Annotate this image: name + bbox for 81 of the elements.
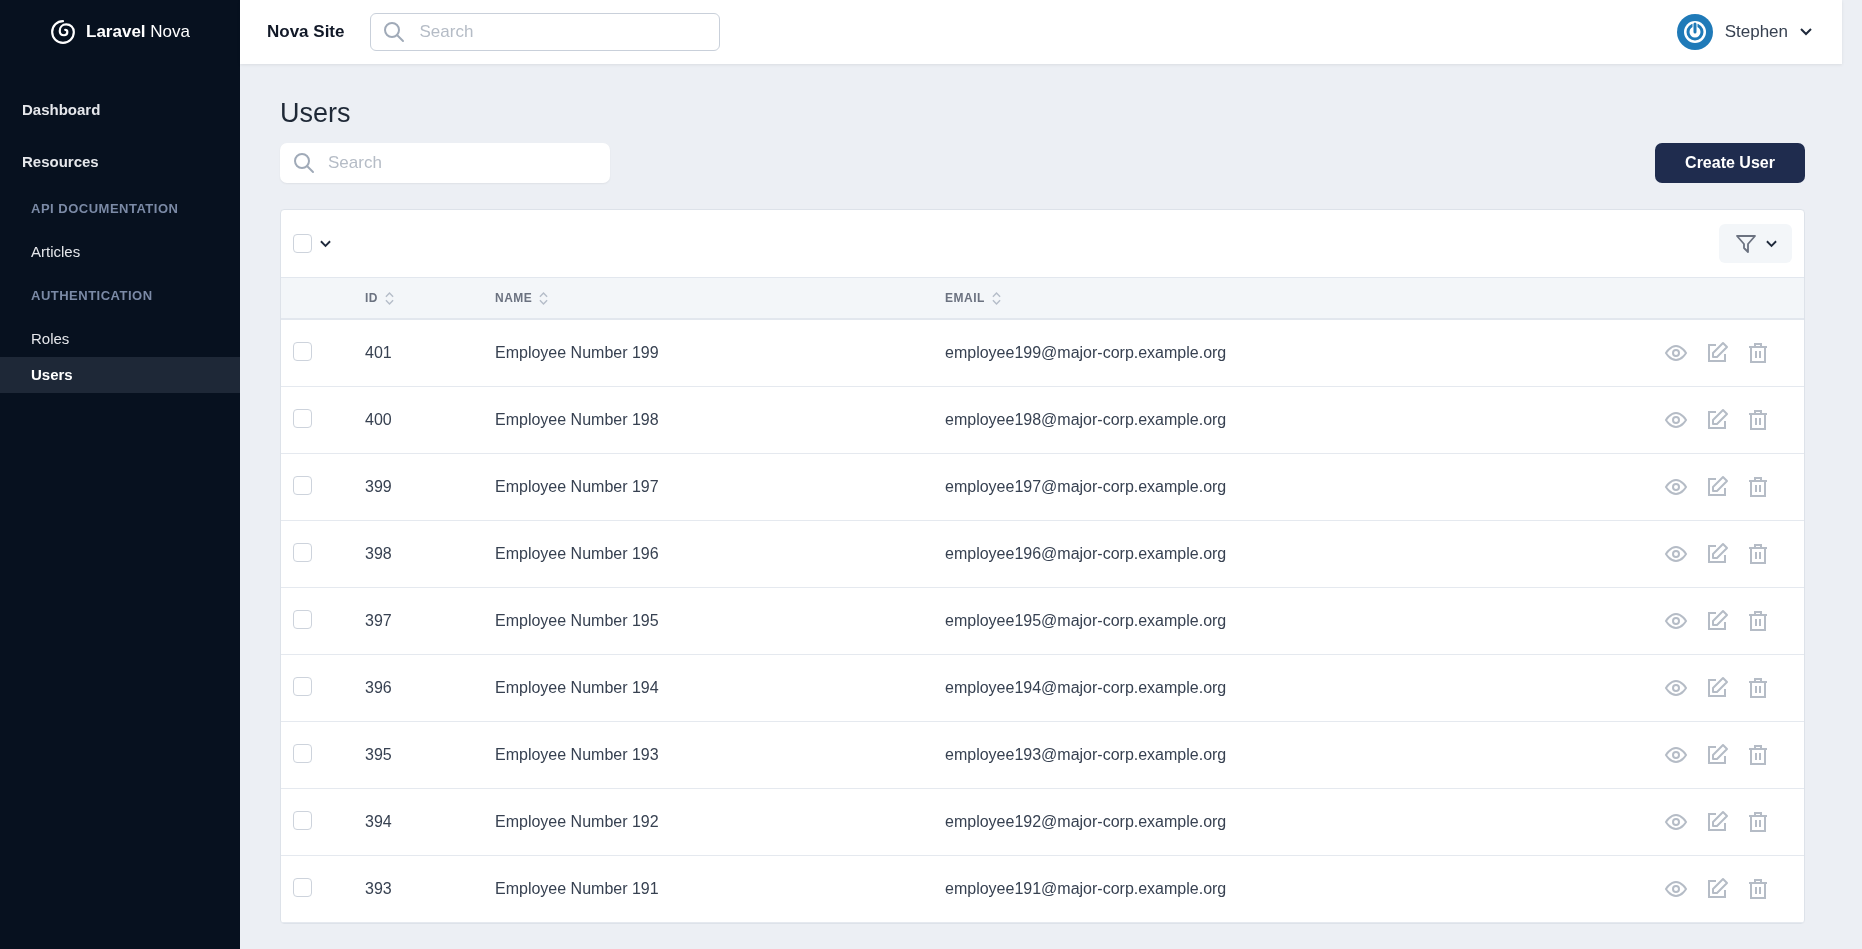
sidebar-section-link[interactable]: Resources: [0, 144, 240, 196]
power-avatar-icon: [1676, 14, 1713, 50]
column-header[interactable]: ID: [365, 291, 378, 305]
row-checkbox[interactable]: [293, 341, 312, 361]
trash-icon[interactable]: [1746, 341, 1770, 365]
sidebar-group-heading: API DOCUMENTATION: [30, 200, 180, 218]
sort-icon[interactable]: [385, 290, 394, 306]
site-name: Nova Site: [267, 22, 345, 42]
id-cell: 393: [365, 880, 392, 897]
resource-search-field[interactable]: Search: [280, 143, 610, 183]
name-cell: Employee Number 193: [495, 746, 659, 763]
email-cell: employee191@major-corp.example.org: [945, 880, 1227, 897]
edit-icon[interactable]: [1705, 743, 1729, 767]
id-cell: 399: [365, 478, 392, 495]
trash-icon[interactable]: [1746, 676, 1770, 700]
filter-button[interactable]: [1719, 224, 1792, 263]
name-cell: Employee Number 192: [495, 813, 659, 830]
name-cell: Employee Number 196: [495, 545, 659, 562]
trash-icon[interactable]: [1746, 743, 1770, 767]
edit-icon[interactable]: [1705, 676, 1729, 700]
sort-icon[interactable]: [991, 290, 1001, 306]
email-cell: employee199@major-corp.example.org: [945, 344, 1227, 361]
edit-icon[interactable]: [1705, 542, 1729, 566]
name-cell: Employee Number 199: [495, 344, 659, 361]
select-all-checkbox[interactable]: [293, 234, 312, 253]
global-search-field[interactable]: Search: [370, 13, 721, 51]
id-cell: 401: [365, 344, 392, 361]
email-cell: employee197@major-corp.example.org: [945, 478, 1227, 495]
trash-icon[interactable]: [1746, 475, 1770, 499]
edit-icon[interactable]: [1705, 475, 1729, 499]
id-cell: 394: [365, 813, 392, 830]
sidebar-item[interactable]: Users: [0, 357, 240, 393]
row-checkbox[interactable]: [293, 743, 312, 763]
trash-icon[interactable]: [1746, 877, 1770, 901]
id-cell: 397: [365, 612, 392, 629]
sidebar-item[interactable]: Articles: [0, 234, 240, 270]
column-header[interactable]: EMAIL: [945, 291, 985, 305]
id-cell: 395: [365, 746, 392, 763]
name-cell: Employee Number 195: [495, 612, 659, 629]
name-cell: Employee Number 194: [495, 679, 659, 696]
row-checkbox[interactable]: [293, 877, 312, 897]
sidebar-item[interactable]: Roles: [0, 321, 240, 357]
trash-icon[interactable]: [1746, 810, 1770, 834]
chevron-down-icon: [1800, 28, 1812, 36]
sidebar-section-link[interactable]: Dashboard: [0, 92, 240, 144]
edit-icon[interactable]: [1705, 810, 1729, 834]
edit-icon[interactable]: [1705, 408, 1729, 432]
row-checkbox[interactable]: [293, 475, 312, 495]
id-cell: 400: [365, 411, 392, 428]
edit-icon[interactable]: [1705, 341, 1729, 365]
create-user-button[interactable]: Create User: [1655, 143, 1805, 183]
brand-name: Laravel Nova: [86, 22, 190, 42]
edit-icon[interactable]: [1705, 877, 1729, 901]
id-cell: 398: [365, 545, 392, 562]
user-menu-button[interactable]: Stephen: [1670, 13, 1818, 51]
sort-icon[interactable]: [539, 290, 549, 306]
edit-icon[interactable]: [1705, 609, 1729, 633]
email-cell: employee195@major-corp.example.org: [945, 612, 1227, 629]
trash-icon[interactable]: [1746, 609, 1770, 633]
email-cell: employee196@major-corp.example.org: [945, 545, 1227, 562]
chevron-down-icon: [1766, 239, 1777, 248]
row-checkbox[interactable]: [293, 810, 312, 830]
email-cell: employee193@major-corp.example.org: [945, 746, 1227, 763]
row-checkbox[interactable]: [293, 542, 312, 562]
row-checkbox[interactable]: [293, 408, 312, 428]
row-checkbox[interactable]: [293, 676, 312, 696]
trash-icon[interactable]: [1746, 408, 1770, 432]
page-title: Users: [280, 98, 352, 129]
id-cell: 396: [365, 679, 392, 696]
row-checkbox[interactable]: [293, 609, 312, 629]
name-cell: Employee Number 197: [495, 478, 659, 495]
name-cell: Employee Number 191: [495, 880, 659, 897]
column-header[interactable]: NAME: [495, 291, 533, 305]
spiral-logo-icon: [50, 19, 76, 45]
email-cell: employee192@major-corp.example.org: [945, 813, 1227, 830]
name-cell: Employee Number 198: [495, 411, 659, 428]
email-cell: employee194@major-corp.example.org: [945, 679, 1227, 696]
trash-icon[interactable]: [1746, 542, 1770, 566]
chevron-down-icon[interactable]: [320, 239, 331, 248]
sidebar-group-heading: AUTHENTICATION: [30, 287, 154, 305]
email-cell: employee198@major-corp.example.org: [945, 411, 1227, 428]
